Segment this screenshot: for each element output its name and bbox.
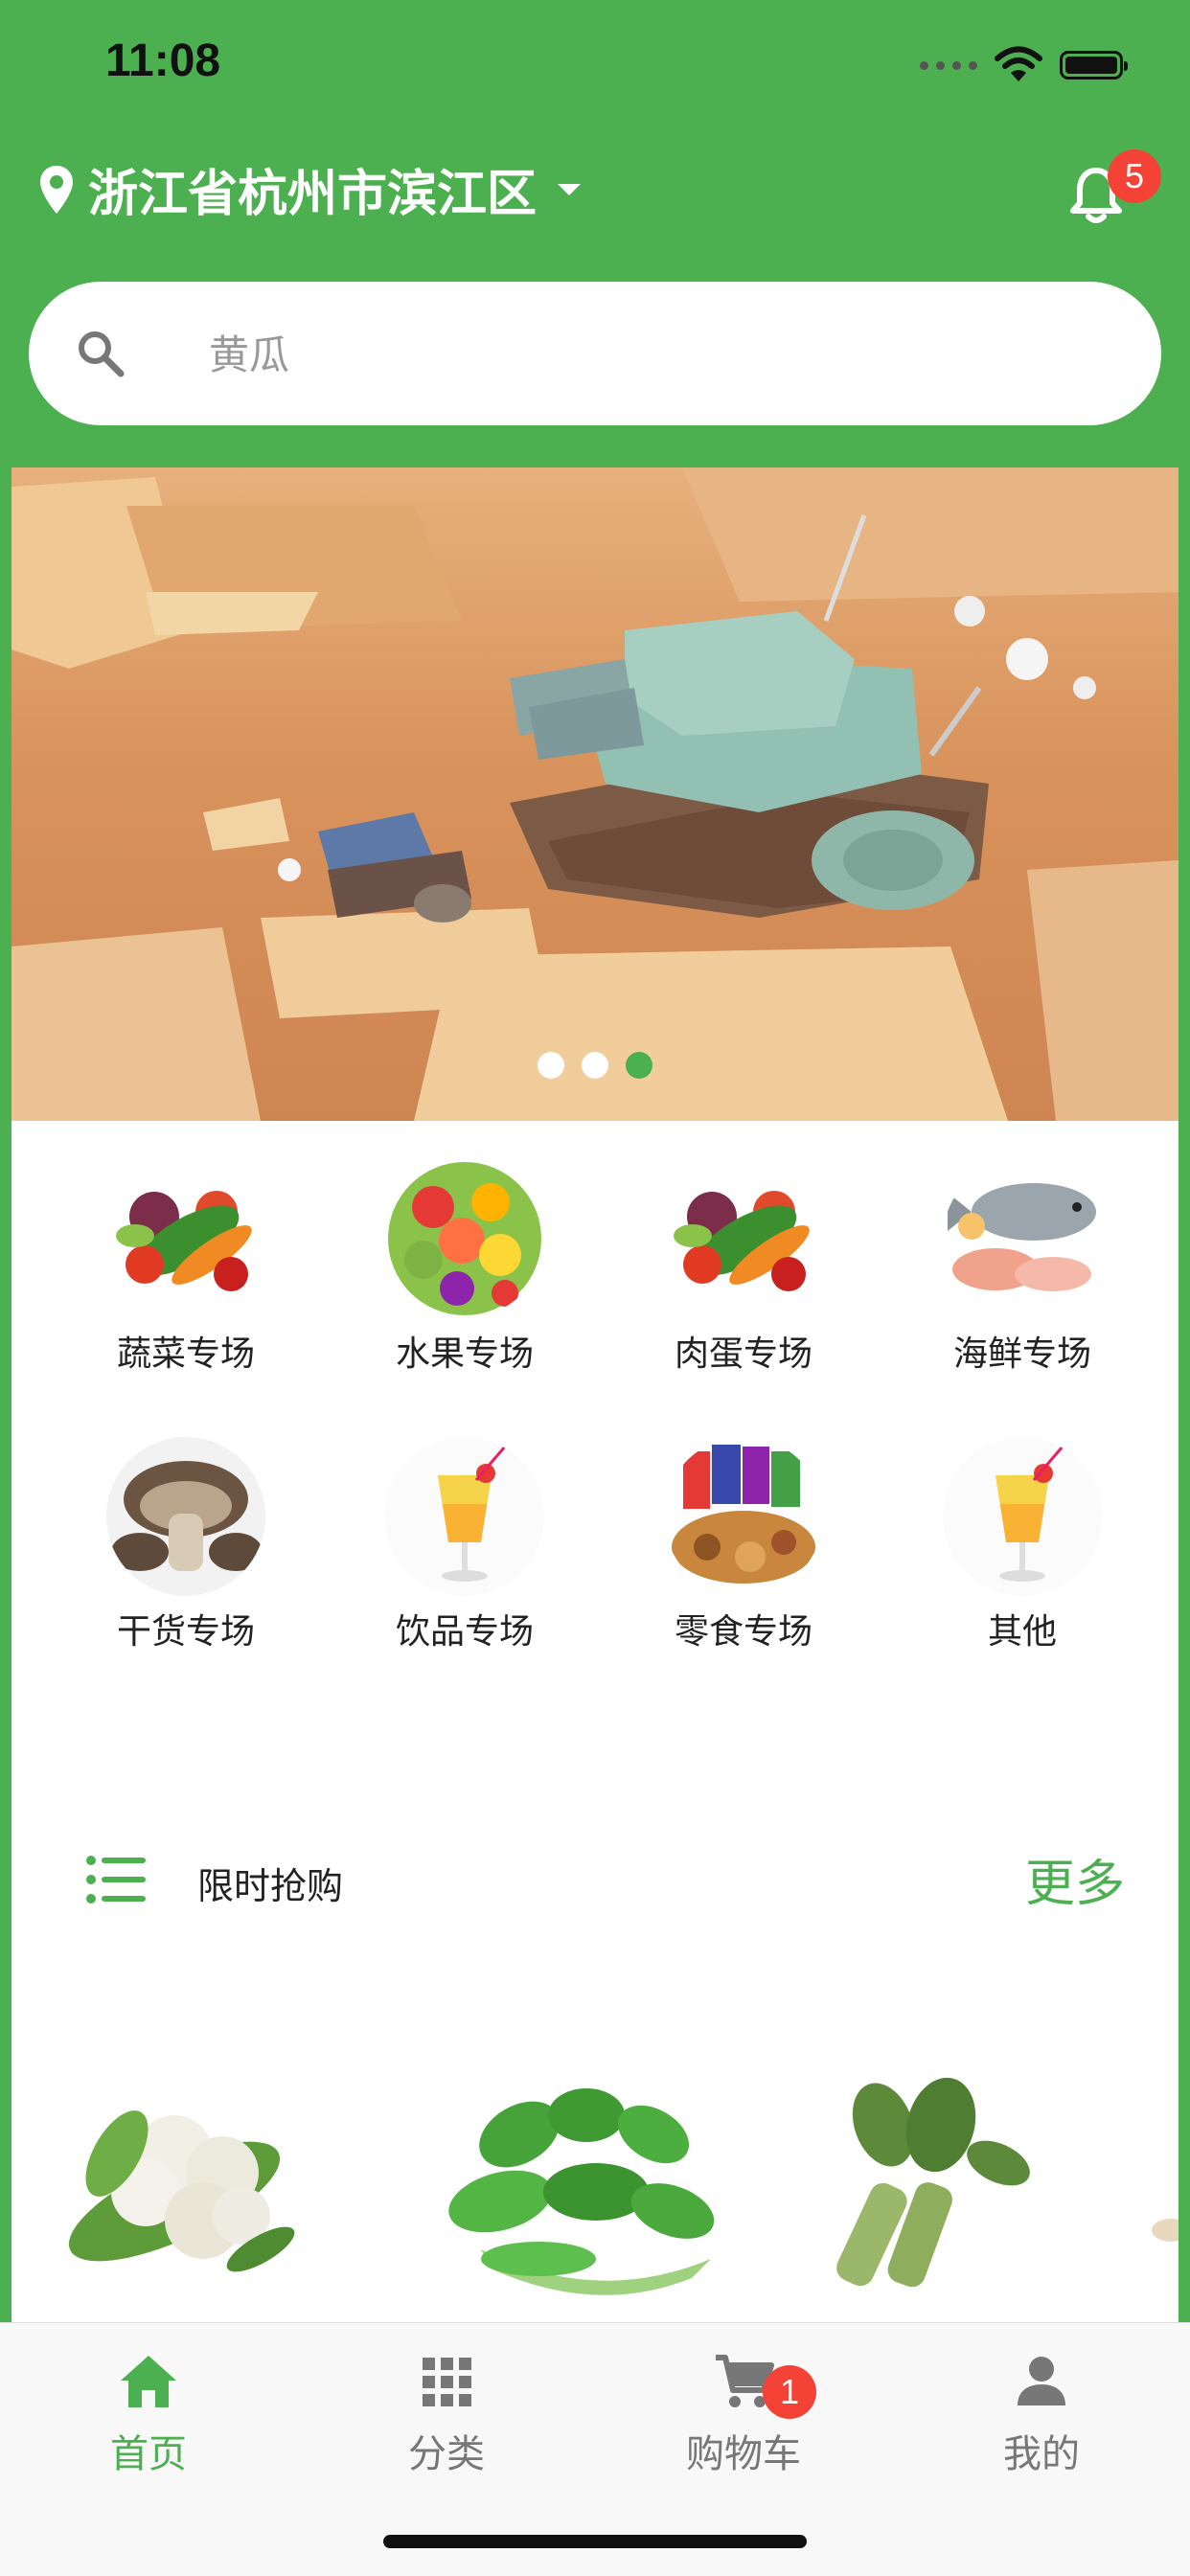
snacks-image <box>664 1437 823 1596</box>
meat-eggs-image <box>664 1159 823 1318</box>
flash-sale-title: 限时抢购 <box>197 1865 344 1907</box>
category-label: 零食专场 <box>674 1612 812 1652</box>
more-link[interactable]: 更多 <box>1025 1843 1125 1915</box>
category-dried-goods[interactable]: 干货专场 <box>61 1437 310 1653</box>
category-label: 海鲜专场 <box>952 1334 1091 1374</box>
other-drink-image <box>943 1437 1102 1596</box>
tab-label: 我的 <box>1003 2432 1080 2476</box>
signal-icon <box>920 60 977 70</box>
tab-cart[interactable]: 购物车 <box>648 2350 839 2478</box>
category-label: 其他 <box>987 1612 1057 1652</box>
tab-label: 首页 <box>110 2432 187 2476</box>
main-content: 蔬菜专场 水果专场 肉蛋专场 海鲜专场 干货专场 饮品专场 零食专场 其他 限时… <box>11 467 1179 2575</box>
category-seafood[interactable]: 海鲜专场 <box>898 1159 1147 1376</box>
person-icon <box>1018 2357 1065 2405</box>
fruits-image <box>385 1159 544 1318</box>
notification-badge: 5 <box>1108 149 1161 203</box>
status-time: 11:08 <box>105 35 221 86</box>
tab-label: 购物车 <box>686 2432 801 2476</box>
chevron-down-icon <box>558 183 582 195</box>
carousel-dot-active[interactable] <box>626 1052 652 1079</box>
dried-goods-image <box>106 1437 265 1596</box>
banner-image <box>11 467 1179 1121</box>
home-icon <box>121 2356 176 2407</box>
cart-badge: 1 <box>763 2365 816 2419</box>
grid-icon <box>423 2358 471 2406</box>
category-label: 蔬菜专场 <box>116 1334 255 1374</box>
carousel-indicator[interactable] <box>11 1052 1179 1079</box>
battery-icon <box>1060 51 1128 80</box>
category-other[interactable]: 其他 <box>898 1437 1147 1653</box>
banner-carousel[interactable] <box>11 467 1179 1121</box>
search-icon <box>79 331 125 377</box>
location-text: 浙江省杭州市滨江区 <box>88 166 538 223</box>
tab-home[interactable]: 首页 <box>53 2350 244 2478</box>
carousel-dot[interactable] <box>582 1052 608 1079</box>
category-label: 水果专场 <box>395 1334 534 1374</box>
flash-sale-header: 限时抢购 更多 <box>11 1843 1179 1929</box>
seafood-image <box>943 1159 1102 1318</box>
home-indicator <box>383 2535 807 2548</box>
category-meat-eggs[interactable]: 肉蛋专场 <box>619 1159 868 1376</box>
category-snacks[interactable]: 零食专场 <box>619 1437 868 1653</box>
list-icon <box>86 1856 146 1904</box>
status-icons <box>920 46 1128 84</box>
drinks-image <box>385 1437 544 1596</box>
tab-category[interactable]: 分类 <box>351 2350 542 2478</box>
category-fruits[interactable]: 水果专场 <box>340 1159 589 1376</box>
carousel-dot[interactable] <box>538 1052 564 1079</box>
category-label: 肉蛋专场 <box>674 1334 812 1374</box>
tab-profile[interactable]: 我的 <box>946 2350 1137 2478</box>
vegetables-image <box>106 1159 265 1318</box>
location-selector[interactable]: 浙江省杭州市滨江区 <box>38 153 582 225</box>
tab-label: 分类 <box>408 2432 485 2476</box>
wifi-icon <box>995 46 1042 81</box>
status-bar: 11:08 <box>0 0 1190 134</box>
category-label: 干货专场 <box>116 1612 255 1652</box>
category-vegetables[interactable]: 蔬菜专场 <box>61 1159 310 1376</box>
search-bar[interactable] <box>29 282 1161 425</box>
category-drinks[interactable]: 饮品专场 <box>340 1437 589 1653</box>
category-label: 饮品专场 <box>395 1612 534 1652</box>
location-pin-icon <box>40 165 73 214</box>
search-input[interactable] <box>207 320 1073 389</box>
